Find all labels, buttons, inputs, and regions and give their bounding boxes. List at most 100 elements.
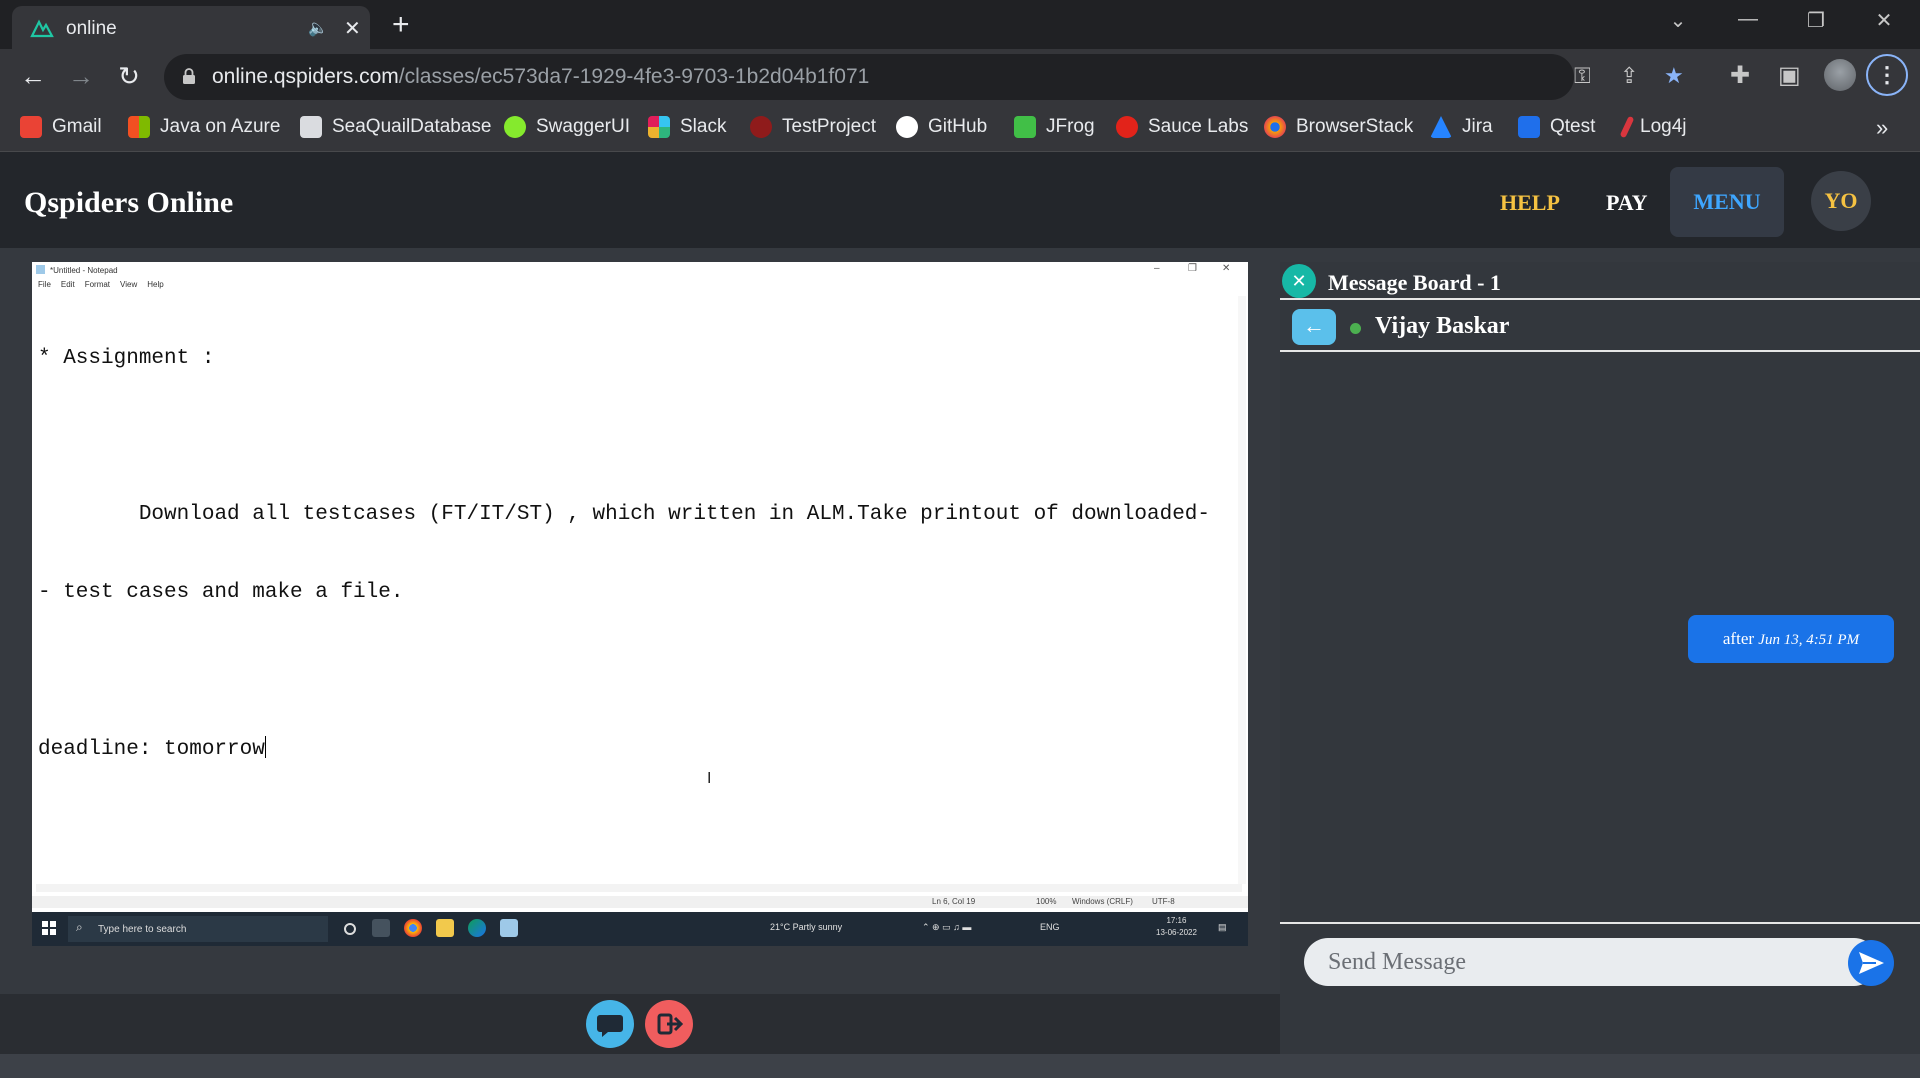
notepad-line: deadline: tomorrow xyxy=(38,738,265,761)
help-link[interactable]: HELP xyxy=(1500,190,1560,216)
bookmark-java-on-azure[interactable]: Java on Azure xyxy=(128,116,280,138)
bookmark-jfrog[interactable]: JFrog xyxy=(1014,116,1095,138)
weather-text: 21°C Partly sunny xyxy=(770,922,843,932)
exit-icon xyxy=(657,1013,684,1035)
testproject-icon xyxy=(750,116,772,138)
notepad-menu-view: View xyxy=(120,280,138,289)
menu-button[interactable]: MENU xyxy=(1670,167,1784,237)
address-bar[interactable]: online.qspiders.com/classes/ec573da7-192… xyxy=(164,54,1684,100)
github-icon xyxy=(896,116,918,138)
slack-icon xyxy=(648,116,670,138)
profile-avatar[interactable] xyxy=(1824,59,1856,91)
chat-header: ← Vijay Baskar xyxy=(1280,302,1920,352)
shared-screen-stage: *Untitled - Notepad – ❐ ✕ File Edit Form… xyxy=(0,248,1280,994)
close-board-button[interactable]: ✕ xyxy=(1282,264,1316,298)
send-button[interactable] xyxy=(1848,940,1894,986)
bookmark-star-icon[interactable]: ★ xyxy=(1664,63,1684,89)
url-host: online.qspiders.com xyxy=(212,65,399,88)
browser-menu-icon[interactable]: ⋮ xyxy=(1866,54,1908,96)
microsoft-icon xyxy=(128,116,150,138)
bookmark-gmail[interactable]: Gmail xyxy=(20,116,102,138)
notepad-title: *Untitled - Notepad xyxy=(50,266,118,275)
notepad-titlebar: *Untitled - Notepad – ❐ ✕ xyxy=(32,262,1248,278)
cortana-icon xyxy=(344,923,356,935)
message-board-header: ✕ Message Board - 1 xyxy=(1280,262,1920,300)
notepad-line: * Assignment : xyxy=(38,347,215,370)
notepad-text-area: * Assignment : Download all testcases (F… xyxy=(38,294,1218,814)
user-avatar[interactable]: YO xyxy=(1811,171,1871,231)
share-icon[interactable]: ⇪ xyxy=(1620,63,1638,89)
contact-name: Vijay Baskar xyxy=(1375,313,1510,339)
notepad-last-line: deadline: tomorrow xyxy=(38,736,1218,762)
bookmark-swaggerui[interactable]: SwaggerUI xyxy=(504,116,630,138)
notepad-menu-file: File xyxy=(38,280,51,289)
leave-class-button[interactable] xyxy=(645,1000,693,1048)
back-icon[interactable]: ← xyxy=(16,61,50,92)
bottom-strip xyxy=(0,1054,1920,1078)
bookmark-qtest[interactable]: Qtest xyxy=(1518,116,1595,138)
line-ending: Windows (CRLF) xyxy=(1072,897,1133,906)
tab-title: online xyxy=(66,18,117,39)
notepad-close-icon: ✕ xyxy=(1222,263,1231,274)
taskbar-date: 13-06-2022 xyxy=(1156,928,1197,937)
message-text: after xyxy=(1722,629,1755,648)
pay-link[interactable]: PAY xyxy=(1606,190,1648,216)
restore-button[interactable]: ❐ xyxy=(1796,8,1836,33)
class-controls-bar xyxy=(0,994,1280,1054)
chat-message-bubble: after Jun 13, 4:51 PM xyxy=(1688,615,1894,663)
notepad-line: Download all testcases (FT/IT/ST) , whic… xyxy=(38,503,1211,526)
notepad-line xyxy=(38,658,1218,684)
message-input-area xyxy=(1280,922,1920,1054)
speaker-icon[interactable]: 🔈 xyxy=(308,18,328,38)
chat-button[interactable] xyxy=(586,1000,634,1048)
chrome-taskbar-icon xyxy=(404,919,422,937)
chat-icon xyxy=(597,1015,623,1037)
tray-icons: ⌃ ⊕ ▭ ♫ ▬ xyxy=(922,922,972,932)
notepad-menu-edit: Edit xyxy=(60,280,75,289)
saucelabs-icon xyxy=(1116,116,1138,138)
url-path: /classes/ec573da7-1929-4fe3-9703-1b2d04b… xyxy=(398,65,870,88)
bookmark-github[interactable]: GitHub xyxy=(896,116,987,138)
new-tab-button[interactable]: + xyxy=(392,8,410,42)
bookmark-jira[interactable]: Jira xyxy=(1430,116,1493,138)
document-icon xyxy=(300,116,322,138)
tab-search-icon[interactable]: ⌄ xyxy=(1658,8,1698,33)
extensions-icon[interactable]: ✚ xyxy=(1730,61,1750,90)
notepad-horizontal-scrollbar xyxy=(36,884,1242,892)
side-panel-icon[interactable]: ▣ xyxy=(1778,61,1801,90)
language-indicator: ENG xyxy=(1040,922,1060,932)
url-text[interactable]: online.qspiders.com/classes/ec573da7-192… xyxy=(212,65,869,89)
zoom-level: 100% xyxy=(1036,897,1057,906)
jira-icon xyxy=(1430,116,1452,138)
back-arrow-button[interactable]: ← xyxy=(1292,309,1336,345)
send-message-input[interactable] xyxy=(1304,938,1878,986)
notepad-minimize-icon: – xyxy=(1154,263,1160,274)
app-header: Qspiders Online HELP PAY MENU YO xyxy=(0,152,1920,248)
search-icon: ⌕ xyxy=(76,920,83,934)
jfrog-icon xyxy=(1014,116,1036,138)
browser-tab[interactable]: online 🔈 ✕ xyxy=(12,6,370,49)
more-bookmarks-icon[interactable]: » xyxy=(1876,115,1888,141)
reload-icon[interactable]: ↻ xyxy=(112,61,146,92)
bookmark-testproject[interactable]: TestProject xyxy=(750,116,876,138)
tab-close-icon[interactable]: ✕ xyxy=(344,16,361,41)
notification-icon: ▤ xyxy=(1218,922,1227,932)
send-icon xyxy=(1859,952,1884,974)
bookmark-browserstack[interactable]: BrowserStack xyxy=(1264,116,1413,138)
file-explorer-icon xyxy=(436,919,454,937)
key-icon[interactable]: ⚿ xyxy=(1574,63,1591,89)
bookmark-log4j[interactable]: Log4j xyxy=(1619,115,1687,139)
notepad-taskbar-icon xyxy=(500,919,518,937)
bookmark-slack[interactable]: Slack xyxy=(648,116,726,138)
lock-icon[interactable] xyxy=(182,67,196,85)
window-close-button[interactable]: ✕ xyxy=(1864,8,1904,33)
browser-tabstrip: online 🔈 ✕ + ⌄ — ❐ ✕ xyxy=(0,0,1920,49)
message-board-panel: ✕ Message Board - 1 ← Vijay Baskar after… xyxy=(1280,262,1920,994)
bookmark-seaquaildatabase[interactable]: SeaQuailDatabase xyxy=(300,116,492,138)
minimize-button[interactable]: — xyxy=(1728,8,1768,31)
brand-logo[interactable]: Qspiders Online xyxy=(24,186,233,220)
notepad-statusbar: Ln 6, Col 19 100% Windows (CRLF) UTF-8 xyxy=(32,896,1248,908)
forward-icon[interactable]: → xyxy=(64,61,98,92)
ibeam-cursor-icon: I xyxy=(707,770,712,787)
bookmark-sauce-labs[interactable]: Sauce Labs xyxy=(1116,116,1248,138)
